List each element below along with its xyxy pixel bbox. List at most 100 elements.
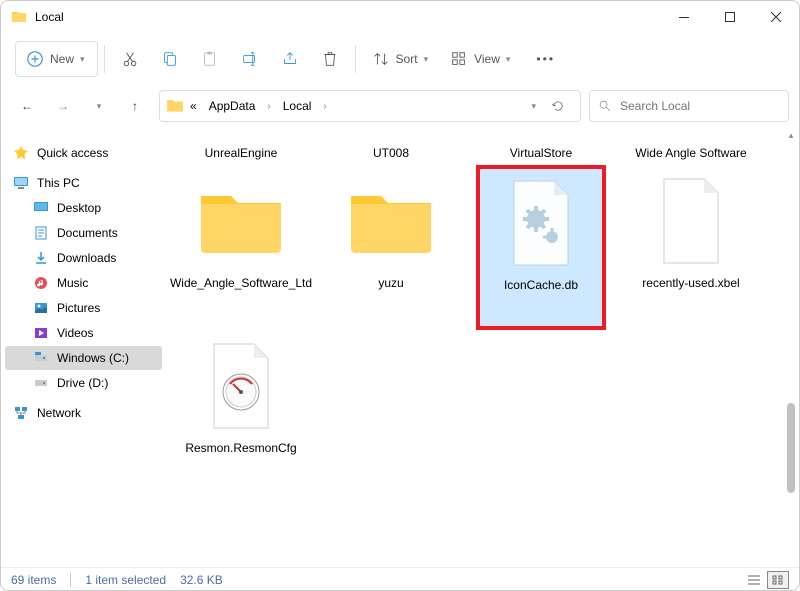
folder-icon <box>346 186 436 256</box>
forward-button[interactable]: → <box>47 90 79 122</box>
scroll-thumb[interactable] <box>787 403 795 493</box>
view-button[interactable]: View ▾ <box>440 41 520 77</box>
file-label: VirtualStore <box>508 145 574 162</box>
copy-icon <box>161 50 179 68</box>
status-selected: 1 item selected <box>85 573 166 587</box>
sidebar-label: Music <box>57 276 88 290</box>
sort-label: Sort <box>396 52 418 66</box>
file-label: Resmon.ResmonCfg <box>183 440 298 457</box>
delete-button[interactable] <box>311 41 349 77</box>
address-bar[interactable]: « AppData › Local › ▾ <box>159 90 581 122</box>
file-item-resmon[interactable]: Resmon.ResmonCfg <box>176 330 306 495</box>
layout-icons-button[interactable] <box>767 571 789 589</box>
chevron-right-icon: › <box>323 101 326 112</box>
sidebar-label: Videos <box>57 326 93 340</box>
sidebar-item-drive-d[interactable]: Drive (D:) <box>5 371 162 395</box>
window-folder-icon <box>11 9 27 25</box>
chevron-down-icon[interactable]: ▾ <box>531 101 536 112</box>
search-box[interactable] <box>589 90 789 122</box>
sidebar-quick-access[interactable]: Quick access <box>5 141 162 165</box>
sidebar-label: Windows (C:) <box>57 351 129 365</box>
recent-dropdown[interactable]: ▾ <box>83 90 115 122</box>
pictures-icon <box>33 300 49 316</box>
sidebar-label: Network <box>37 406 81 420</box>
maximize-button[interactable] <box>707 1 753 33</box>
cut-icon <box>121 50 139 68</box>
view-label: View <box>474 52 500 66</box>
sidebar-item-pictures[interactable]: Pictures <box>5 296 162 320</box>
paste-button[interactable] <box>191 41 229 77</box>
copy-button[interactable] <box>151 41 189 77</box>
more-button[interactable]: ••• <box>526 41 565 77</box>
breadcrumb-appdata[interactable]: AppData <box>203 97 262 115</box>
file-item-folder[interactable]: Wide_Angle_Software_Ltd <box>176 165 306 330</box>
sidebar-item-downloads[interactable]: Downloads <box>5 246 162 270</box>
new-label: New <box>50 52 74 66</box>
scrollbar[interactable]: ▴ <box>783 127 799 567</box>
sidebar-label: Quick access <box>37 146 108 160</box>
file-label: yuzu <box>376 275 405 292</box>
back-button[interactable]: ← <box>11 90 43 122</box>
chevron-down-icon: ▾ <box>506 54 511 65</box>
file-item[interactable]: Wide Angle Software <box>626 135 756 165</box>
rename-button[interactable] <box>231 41 269 77</box>
status-size: 32.6 KB <box>180 573 223 587</box>
nav-row: ← → ▾ ↑ « AppData › Local › ▾ <box>1 85 799 127</box>
desktop-icon <box>33 200 49 216</box>
folder-icon <box>166 97 184 115</box>
file-label: UnrealEngine <box>203 145 280 162</box>
status-count: 69 items <box>11 573 56 587</box>
close-button[interactable] <box>753 1 799 33</box>
file-label: UT008 <box>371 145 411 162</box>
cut-button[interactable] <box>111 41 149 77</box>
sidebar-item-videos[interactable]: Videos <box>5 321 162 345</box>
file-item[interactable]: UnrealEngine <box>176 135 306 165</box>
chevron-right-icon: › <box>267 101 270 112</box>
file-item-xbel[interactable]: recently-used.xbel <box>626 165 756 330</box>
minimize-button[interactable] <box>661 1 707 33</box>
sidebar-item-music[interactable]: Music <box>5 271 162 295</box>
file-content[interactable]: UnrealEngine UT008 VirtualStore Wide Ang… <box>166 127 799 567</box>
breadcrumb-prefix: « <box>190 99 197 113</box>
up-button[interactable]: ↑ <box>119 90 151 122</box>
sidebar-item-documents[interactable]: Documents <box>5 221 162 245</box>
chevron-down-icon: ▾ <box>424 54 429 65</box>
share-icon <box>281 50 299 68</box>
star-icon <box>13 145 29 161</box>
breadcrumb-local[interactable]: Local <box>277 97 318 115</box>
downloads-icon <box>33 250 49 266</box>
file-icon <box>656 177 726 265</box>
pc-icon <box>13 175 29 191</box>
sidebar-item-desktop[interactable]: Desktop <box>5 196 162 220</box>
new-button[interactable]: New ▾ <box>15 41 98 77</box>
sidebar-label: Drive (D:) <box>57 376 108 390</box>
videos-icon <box>33 325 49 341</box>
sidebar-item-windows-c[interactable]: Windows (C:) <box>5 346 162 370</box>
search-input[interactable] <box>620 99 780 113</box>
drive-icon <box>33 375 49 391</box>
file-label: recently-used.xbel <box>640 275 741 292</box>
file-item-folder[interactable]: yuzu <box>326 165 456 330</box>
sidebar-label: Pictures <box>57 301 100 315</box>
folder-icon <box>196 186 286 256</box>
file-label: Wide Angle Software <box>633 145 748 162</box>
layout-details-button[interactable] <box>743 571 765 589</box>
share-button[interactable] <box>271 41 309 77</box>
refresh-button[interactable] <box>542 90 574 122</box>
status-bar: 69 items 1 item selected 32.6 KB <box>1 567 799 591</box>
sidebar: Quick access This PC Desktop Documents D… <box>1 127 166 567</box>
scroll-up-icon[interactable]: ▴ <box>789 127 794 143</box>
sidebar-label: Desktop <box>57 201 101 215</box>
documents-icon <box>33 225 49 241</box>
sort-button[interactable]: Sort ▾ <box>362 41 439 77</box>
titlebar: Local <box>1 1 799 33</box>
file-item[interactable]: UT008 <box>326 135 456 165</box>
chevron-down-icon: ▾ <box>80 54 85 65</box>
drive-icon <box>33 350 49 366</box>
plus-circle-icon <box>26 50 44 68</box>
file-item[interactable]: VirtualStore <box>476 135 606 165</box>
sidebar-network[interactable]: Network <box>5 401 162 425</box>
file-item-iconcache[interactable]: IconCache.db <box>476 165 606 330</box>
window-title: Local <box>35 10 64 24</box>
sidebar-this-pc[interactable]: This PC <box>5 171 162 195</box>
